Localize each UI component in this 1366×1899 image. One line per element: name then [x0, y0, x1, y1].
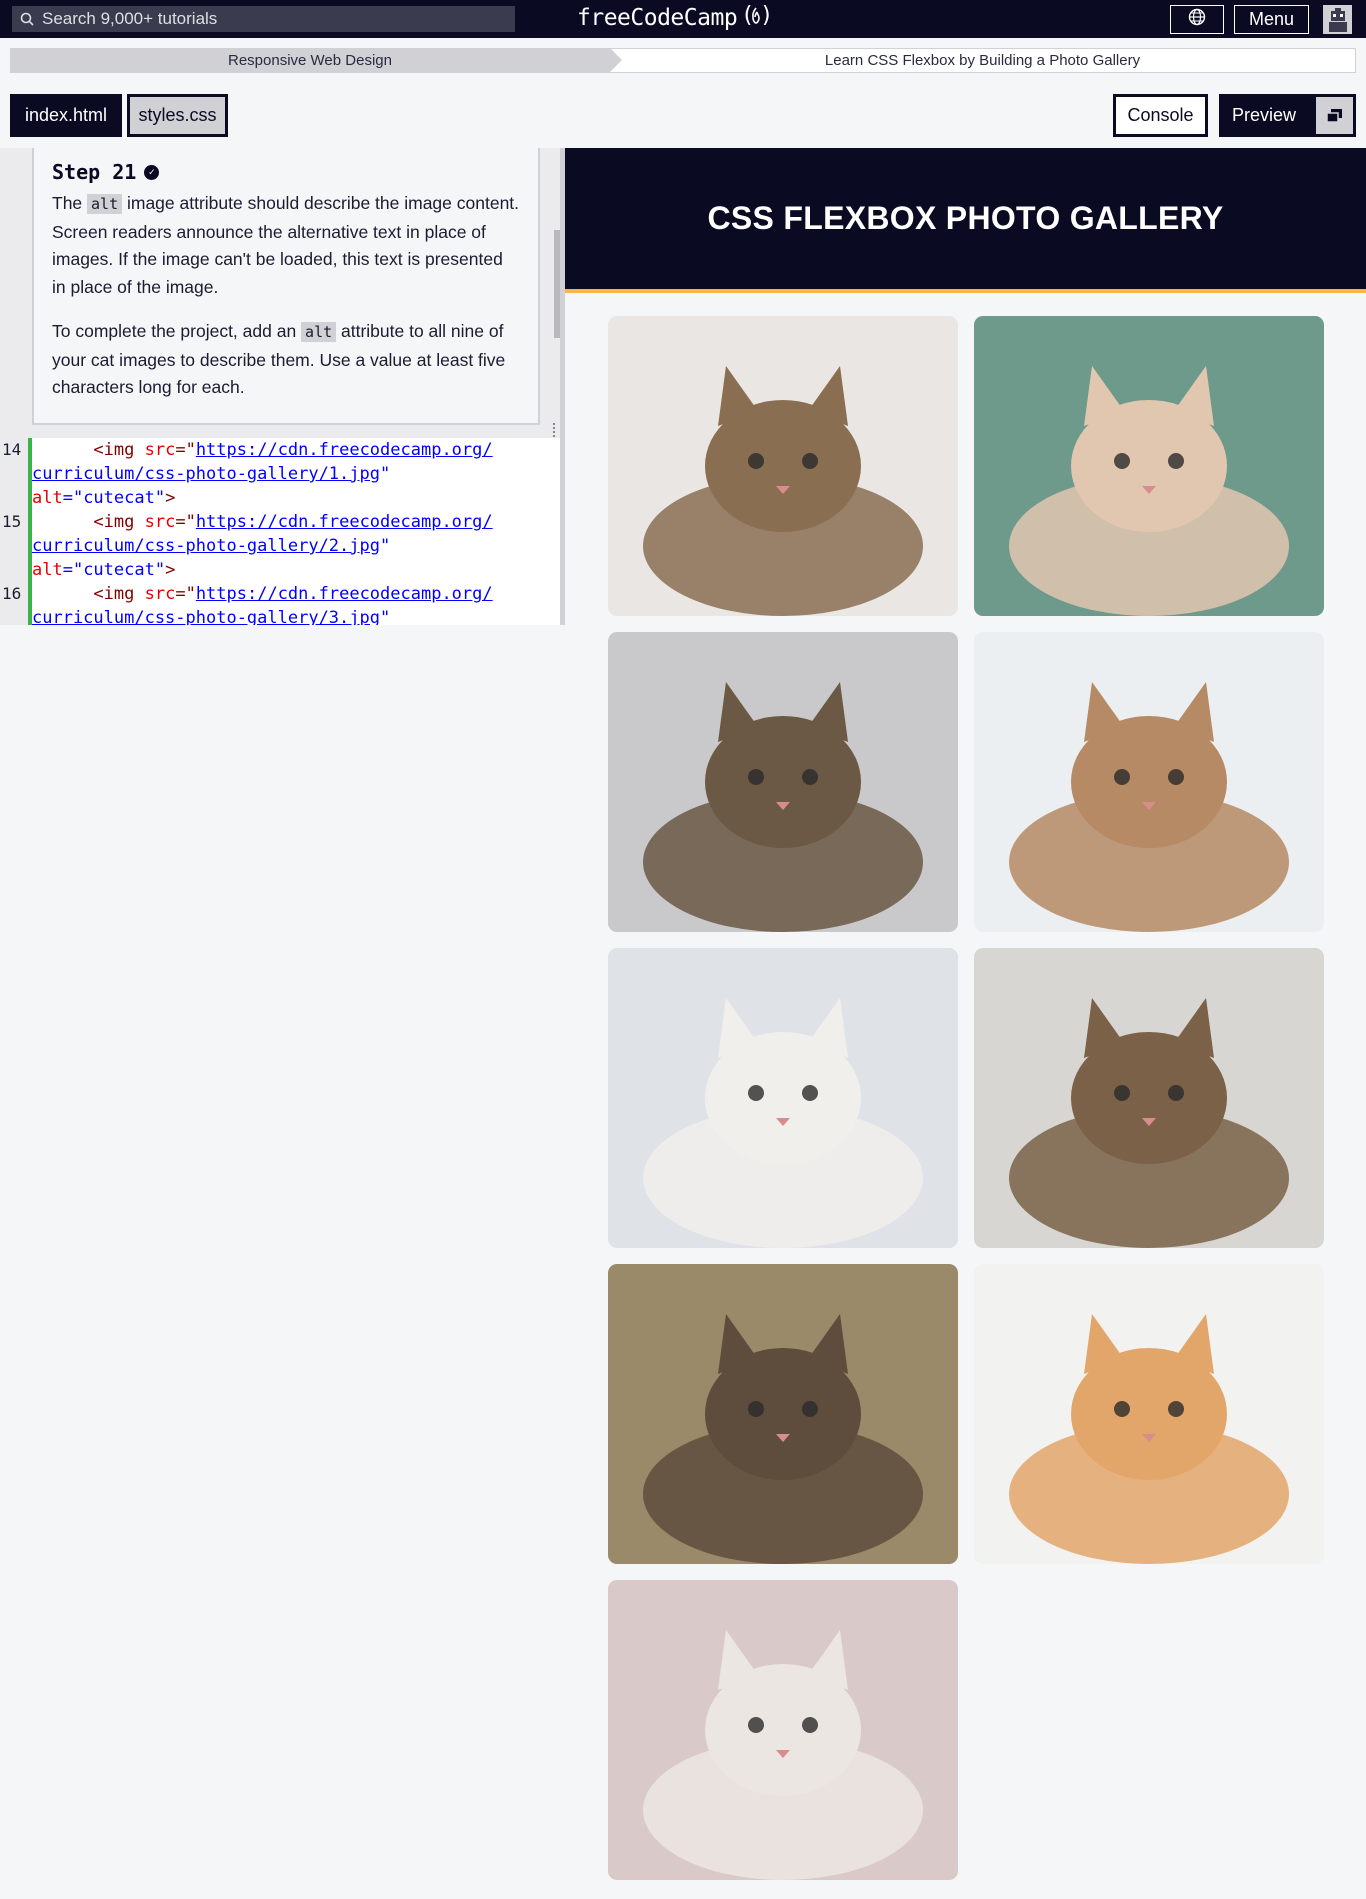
flame-icon: ()	[741, 3, 773, 33]
code-editor[interactable]: 14 15 16 <img src="https://cdn.freecodec…	[0, 438, 560, 625]
step-paragraph-2: To complete the project, add an alt attr…	[52, 318, 520, 402]
code-url[interactable]: curriculum/css-photo-gallery/3.jpg	[32, 608, 380, 625]
step-paragraph-1: The alt image attribute should describe …	[52, 190, 520, 301]
cat-photo-cat-lying-on-floor	[974, 316, 1324, 616]
step-title-text: Step 21	[52, 160, 137, 184]
svg-text:(: (	[741, 3, 754, 27]
preview-pane: CSS FLEXBOX PHOTO GALLERY	[565, 148, 1366, 1899]
code-line: alt="cutecat">	[32, 560, 176, 580]
gallery-image-cat-under-rug	[608, 1264, 958, 1564]
gallery-image-kittens-on-blanket	[608, 1580, 958, 1880]
cat-photo-cat-under-blanket	[974, 632, 1324, 932]
tab-styles-css[interactable]: styles.css	[127, 94, 228, 137]
code-url[interactable]: curriculum/css-photo-gallery/2.jpg	[32, 536, 380, 556]
resize-handle[interactable]	[553, 423, 559, 437]
check-circle-icon: ✓	[144, 164, 160, 180]
menu-button[interactable]: Menu	[1234, 5, 1309, 34]
breadcrumb-section[interactable]: Responsive Web Design	[10, 48, 622, 73]
code-url[interactable]: https://cdn.freecodecamp.org/	[196, 512, 493, 532]
step-instructions: Step 21 ✓ The alt image attribute should…	[32, 148, 540, 425]
search-icon	[12, 6, 42, 32]
cat-photo-white-kitten	[608, 948, 958, 1248]
cat-photo-orange-kitten	[974, 1264, 1324, 1564]
gallery-image-cat-lying-on-floor	[974, 316, 1324, 616]
gallery-image-cat-under-blanket	[974, 632, 1324, 932]
code-alt-1: alt	[87, 194, 123, 214]
top-nav: freeCodeCamp () Menu	[0, 0, 1366, 38]
cat-photo-long-haired-tabby-cat	[608, 632, 958, 932]
code-alt-2: alt	[301, 322, 337, 342]
code-line: alt="cutecat">	[32, 488, 176, 508]
svg-text:): )	[760, 3, 771, 27]
preview-button-label: Preview	[1232, 105, 1297, 125]
gallery-heading: CSS FLEXBOX PHOTO GALLERY	[707, 200, 1224, 236]
open-preview-window-icon[interactable]	[1316, 97, 1353, 134]
globe-icon	[1188, 8, 1206, 31]
language-button[interactable]	[1170, 5, 1224, 34]
cat-photo-tabby-kittens	[974, 948, 1324, 1248]
cat-photo-kittens-on-blanket	[608, 1580, 958, 1880]
gallery-image-white-kitten	[608, 948, 958, 1248]
code-line: <img src="https://cdn.freecodecamp.org/	[93, 512, 493, 532]
gallery-image-orange-kitten	[974, 1264, 1324, 1564]
code-url[interactable]: https://cdn.freecodecamp.org/	[196, 584, 493, 604]
gallery-image-sleeping-tabby-cat	[608, 316, 958, 616]
breadcrumb: Responsive Web Design Learn CSS Flexbox …	[10, 48, 1356, 73]
user-avatar[interactable]	[1323, 5, 1352, 34]
code-url[interactable]: curriculum/css-photo-gallery/1.jpg	[32, 464, 380, 484]
step-title: Step 21 ✓	[52, 160, 520, 184]
logo-text: freeCodeCamp	[577, 5, 738, 31]
left-pane: Step 21 ✓ The alt image attribute should…	[0, 148, 565, 625]
freecodecamp-logo[interactable]: freeCodeCamp ()	[577, 3, 773, 33]
code-area[interactable]: <img src="https://cdn.freecodecamp.org/ …	[32, 438, 560, 625]
line-number-gutter: 14 15 16	[0, 438, 28, 625]
code-url[interactable]: https://cdn.freecodecamp.org/	[196, 440, 493, 460]
code-line: curriculum/css-photo-gallery/3.jpg"	[32, 606, 390, 625]
cat-photo-cat-under-rug	[608, 1264, 958, 1564]
search-input[interactable]	[42, 9, 502, 29]
line-number: 16	[2, 584, 22, 603]
line-number: 15	[2, 512, 22, 531]
code-line: <img src="https://cdn.freecodecamp.org/	[93, 584, 493, 604]
step-p2-text-a: To complete the project, add an	[52, 321, 302, 341]
code-line: curriculum/css-photo-gallery/2.jpg"	[32, 536, 391, 556]
breadcrumb-project[interactable]: Learn CSS Flexbox by Building a Photo Ga…	[610, 48, 1356, 73]
cat-photo-sleeping-tabby-cat	[608, 316, 958, 616]
code-line: <img src="https://cdn.freecodecamp.org/	[93, 440, 493, 460]
step-p1-text-b: image attribute should describe the imag…	[52, 193, 520, 297]
gallery-header: CSS FLEXBOX PHOTO GALLERY	[565, 148, 1366, 293]
code-line: curriculum/css-photo-gallery/1.jpg"	[32, 464, 391, 484]
preview-button[interactable]: Preview	[1219, 94, 1356, 137]
gallery-image-long-haired-tabby-cat	[608, 632, 958, 932]
gallery-image-tabby-kittens	[974, 948, 1324, 1248]
search-bar[interactable]	[12, 6, 515, 32]
line-number: 14	[2, 440, 22, 459]
tab-index-html[interactable]: index.html	[10, 94, 122, 137]
console-button[interactable]: Console	[1113, 94, 1208, 137]
step-p1-text-a: The	[52, 193, 88, 213]
